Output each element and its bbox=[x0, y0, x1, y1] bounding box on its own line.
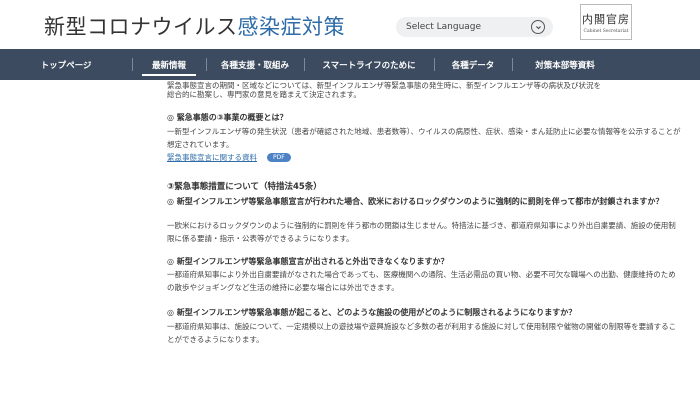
answer-1: 一新型インフルエンザ等の発生状況（患者が確認された地域、患者数等）、ウイルスの病… bbox=[167, 127, 681, 149]
nav-item-smart-life[interactable]: スマートライフのために bbox=[304, 49, 434, 80]
logo-text-jp: 内閣官房 bbox=[582, 12, 630, 26]
site-title-main: 新型コロナウイルス bbox=[44, 15, 238, 39]
site-title-accent: 感染症対策 bbox=[237, 15, 345, 39]
question-2: ◎ 新型インフルエンザ等緊急事態宣言が行われた場合、欧米におけるロックダウンのよ… bbox=[167, 197, 664, 206]
answer-2: 一欧米におけるロックダウンのように強制的に罰則を伴う都市の閉鎖は生じません。特措… bbox=[167, 221, 676, 243]
pdf-badge: PDF bbox=[267, 153, 291, 162]
main-nav: トップページ 最新情報 各種支援・取組み スマートライフのために 各種データ 対… bbox=[0, 49, 700, 80]
nav-item-latest[interactable]: 最新情報 bbox=[132, 49, 206, 80]
nav-item-headquarters[interactable]: 対策本部等資料 bbox=[512, 49, 618, 80]
emergency-declaration-docs-link[interactable]: 緊急事態宣言に関する資料 bbox=[167, 152, 257, 163]
answer-3: 一都道府県知事により外出自粛要請がなされた場合であっても、医療機関への通院、生活… bbox=[167, 270, 676, 292]
nav-item-data[interactable]: 各種データ bbox=[434, 49, 512, 80]
nav-item-support[interactable]: 各種支援・取組み bbox=[206, 49, 304, 80]
site-title[interactable]: 新型コロナウイルス感染症対策 bbox=[44, 11, 345, 41]
answer-4: 一都道府県知事は、施設について、一定規模以上の遊技場や遊興施設など多数の者が利用… bbox=[167, 322, 677, 344]
language-select[interactable]: Select Language bbox=[396, 17, 553, 37]
question-1: ◎ 緊急事態の③事業の概要とは？ bbox=[167, 113, 288, 122]
site-header: 新型コロナウイルス感染症対策 Select Language 内閣官房 Cabi… bbox=[0, 0, 700, 49]
question-3: ◎ 新型インフルエンザ等緊急事態宣言が出されると外出できなくなりますか？ bbox=[167, 257, 449, 266]
language-select-label: Select Language bbox=[406, 22, 482, 32]
chevron-down-icon bbox=[531, 20, 545, 34]
question-4: ◎ 新型インフルエンザ等緊急事態が起こると、どのような施設の使用がどのように制限… bbox=[167, 308, 577, 317]
cabinet-secretariat-logo[interactable]: 内閣官房 Cabinet Secretariat bbox=[580, 4, 632, 40]
section-heading-measures: ③緊急事態措置について（特措法45条） bbox=[167, 182, 322, 192]
document-link-row: 緊急事態宣言に関する資料 PDF bbox=[167, 152, 291, 163]
logo-text-en: Cabinet Secretariat bbox=[583, 28, 629, 34]
nav-item-top[interactable]: トップページ bbox=[0, 49, 132, 80]
intro-text: 総合的に勘案し、専門家の意見を踏まえて決定されます。 bbox=[167, 90, 361, 99]
